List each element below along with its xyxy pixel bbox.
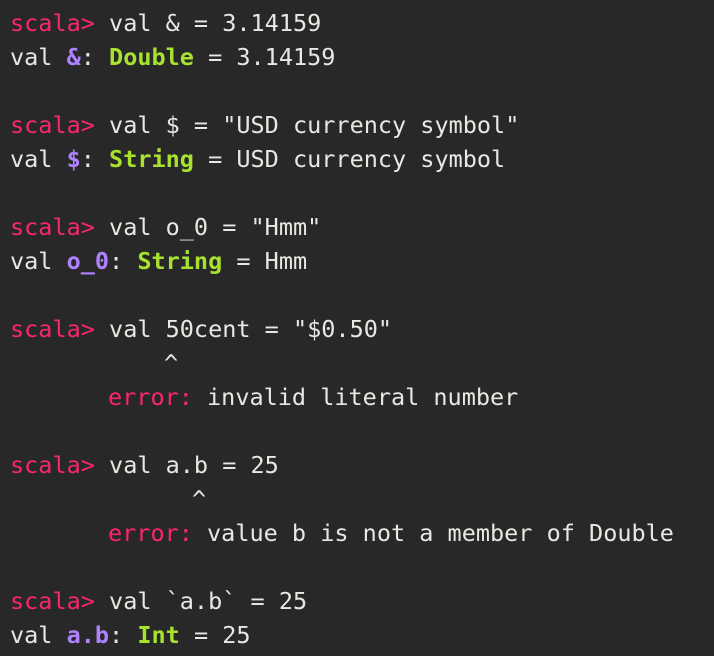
- result-name: a.b: [66, 621, 110, 649]
- error-caret: ^: [192, 485, 207, 513]
- input-line: scala> val 50cent = "$0.50": [10, 312, 714, 346]
- result-name: &: [66, 43, 81, 71]
- error-label: error:: [108, 383, 193, 411]
- error-caret-line: ^: [10, 482, 714, 516]
- error-line: error: value b is not a member of Double: [10, 516, 714, 550]
- result-name: $: [66, 145, 81, 173]
- repl-prompt: scala>: [10, 587, 95, 615]
- input-line: scala> val & = 3.14159: [10, 6, 714, 40]
- error-caret: ^: [164, 349, 179, 377]
- repl-prompt: scala>: [10, 315, 95, 343]
- result-type: String: [137, 247, 223, 275]
- input-code: val & = 3.14159: [109, 9, 322, 37]
- result-keyword: val: [10, 145, 67, 173]
- error-message: value b is not a member of Double: [192, 519, 674, 547]
- repl-prompt: scala>: [10, 111, 95, 139]
- repl-prompt: scala>: [10, 451, 95, 479]
- result-name: o_0: [66, 247, 110, 275]
- result-value: = 25: [179, 621, 251, 649]
- result-separator: :: [80, 145, 110, 173]
- result-value: = USD currency symbol: [193, 145, 506, 173]
- input-code: val 50cent = "$0.50": [109, 315, 393, 343]
- result-separator: :: [80, 43, 110, 71]
- input-code: val `a.b` = 25: [109, 587, 308, 615]
- error-message: invalid literal number: [192, 383, 519, 411]
- error-label: error:: [108, 519, 193, 547]
- input-line: scala> val o_0 = "Hmm": [10, 210, 714, 244]
- input-code: val a.b = 25: [109, 451, 279, 479]
- repl-prompt: scala>: [10, 213, 95, 241]
- input-line: scala> val $ = "USD currency symbol": [10, 108, 714, 142]
- input-code: val o_0 = "Hmm": [109, 213, 322, 241]
- result-type: Int: [137, 621, 180, 649]
- result-line: val o_0: String = Hmm: [10, 244, 714, 278]
- result-value: = 3.14159: [193, 43, 336, 71]
- input-line: scala> val a.b = 25: [10, 448, 714, 482]
- result-line: val &: Double = 3.14159: [10, 40, 714, 74]
- result-separator: :: [109, 247, 138, 275]
- result-keyword: val: [10, 247, 67, 275]
- result-keyword: val: [10, 43, 67, 71]
- result-line: val a.b: Int = 25: [10, 618, 714, 652]
- repl-prompt: scala>: [10, 9, 95, 37]
- input-line: scala> val `a.b` = 25: [10, 584, 714, 618]
- result-line: val $: String = USD currency symbol: [10, 142, 714, 176]
- input-code: val $ = "USD currency symbol": [109, 111, 520, 139]
- scala-repl-terminal[interactable]: scala> val & = 3.14159 val &: Double = 3…: [0, 0, 714, 656]
- result-value: = Hmm: [222, 247, 308, 275]
- result-type: String: [109, 145, 194, 173]
- result-keyword: val: [10, 621, 67, 649]
- result-separator: :: [109, 621, 138, 649]
- error-caret-line: ^: [10, 346, 714, 380]
- result-type: Double: [109, 43, 194, 71]
- error-line: error: invalid literal number: [10, 380, 714, 414]
